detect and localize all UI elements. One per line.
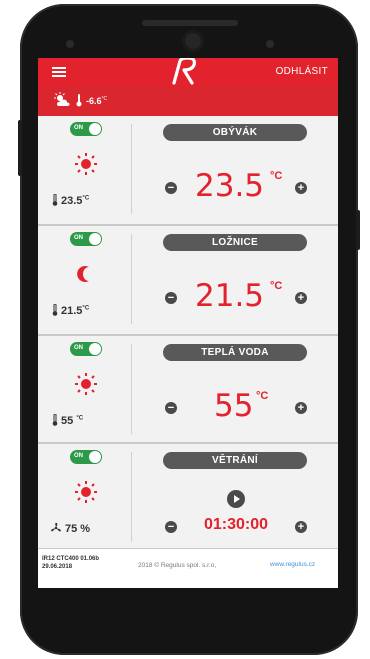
play-button[interactable] xyxy=(227,490,245,508)
moon-icon xyxy=(77,266,89,282)
phone-speaker xyxy=(142,20,238,26)
increase-setpoint-button[interactable]: + xyxy=(295,292,307,304)
outdoor-temperature: -6.6°C xyxy=(86,96,108,106)
zone-name: VĚTRÁNÍ xyxy=(163,452,307,469)
zone-obyvak: ON 23.5°C OBÝVÁK − 23.5 °C + xyxy=(38,116,338,226)
decrease-timer-button[interactable]: − xyxy=(165,521,177,533)
phone-camera xyxy=(182,30,204,52)
partly-cloudy-icon xyxy=(54,92,70,106)
top-bar: ODHLÁSIT xyxy=(38,58,338,86)
current-temperature: 23.5°C xyxy=(52,194,89,207)
website-link[interactable]: www.regulus.cz xyxy=(270,561,315,568)
current-temperature: 55 °C xyxy=(52,414,83,427)
copyright-text: 2018 © Regulus spol. s.r.o, xyxy=(138,562,217,569)
zone-name: OBÝVÁK xyxy=(163,124,307,141)
phone-sensor xyxy=(66,40,74,48)
setpoint-unit: °C xyxy=(270,280,283,292)
sun-icon xyxy=(75,481,97,503)
setpoint-unit: °C xyxy=(270,170,283,182)
thermometer-icon xyxy=(52,414,58,426)
setpoint-unit: °C xyxy=(256,390,269,402)
thermometer-icon xyxy=(52,194,58,206)
zone-loznice: ON 21.5°C LOŽNICE − 21.5 °C + xyxy=(38,226,338,336)
decrease-setpoint-button[interactable]: − xyxy=(165,402,177,414)
phone-sensor xyxy=(266,40,274,48)
increase-timer-button[interactable]: + xyxy=(295,521,307,533)
fan-icon xyxy=(51,522,61,532)
firmware-version: IR12 CTC400 01.06b 29.06.2018 xyxy=(42,556,100,570)
zone-toggle[interactable]: ON xyxy=(70,122,102,136)
regulus-logo xyxy=(172,58,196,85)
sun-icon xyxy=(75,153,97,175)
zone-name: TEPLÁ VODA xyxy=(163,344,307,361)
phone-volume-button xyxy=(18,120,22,176)
zone-vetrani: ON 75 % VĚTRÁNÍ − 01:30:00 + xyxy=(38,444,338,550)
hamburger-icon[interactable] xyxy=(52,67,66,77)
decrease-setpoint-button[interactable]: − xyxy=(165,182,177,194)
logout-button[interactable]: ODHLÁSIT xyxy=(276,66,328,77)
thermometer-icon xyxy=(76,94,82,107)
zone-tepla-voda: ON 55 °C TEPLÁ VODA − 55 °C + xyxy=(38,336,338,444)
footer: IR12 CTC400 01.06b 29.06.2018 2018 © Reg… xyxy=(38,549,338,588)
zone-toggle[interactable]: ON xyxy=(70,450,102,464)
zone-name: LOŽNICE xyxy=(163,234,307,251)
current-temperature: 21.5°C xyxy=(52,304,89,317)
phone-power-button xyxy=(356,210,360,250)
ventilation-timer: 01:30:00 xyxy=(204,516,269,533)
fan-speed: 75 % xyxy=(50,522,90,535)
increase-setpoint-button[interactable]: + xyxy=(295,402,307,414)
zone-toggle[interactable]: ON xyxy=(70,342,102,356)
outdoor-weather-bar: -6.6°C xyxy=(38,86,338,116)
thermometer-icon xyxy=(52,304,58,316)
sun-icon xyxy=(75,373,97,395)
zone-divider xyxy=(131,124,132,214)
increase-setpoint-button[interactable]: + xyxy=(295,182,307,194)
setpoint-value: 21.5 xyxy=(195,278,265,314)
zone-toggle[interactable]: ON xyxy=(70,232,102,246)
zone-divider xyxy=(131,234,132,324)
app-screen: ODHLÁSIT -6.6°C ON 23.5°C OBÝVÁK − 23.5 … xyxy=(38,58,338,588)
decrease-setpoint-button[interactable]: − xyxy=(165,292,177,304)
setpoint-value: 55 xyxy=(214,388,254,424)
zone-divider xyxy=(131,452,132,542)
setpoint-value: 23.5 xyxy=(195,168,265,204)
zone-divider xyxy=(131,344,132,434)
